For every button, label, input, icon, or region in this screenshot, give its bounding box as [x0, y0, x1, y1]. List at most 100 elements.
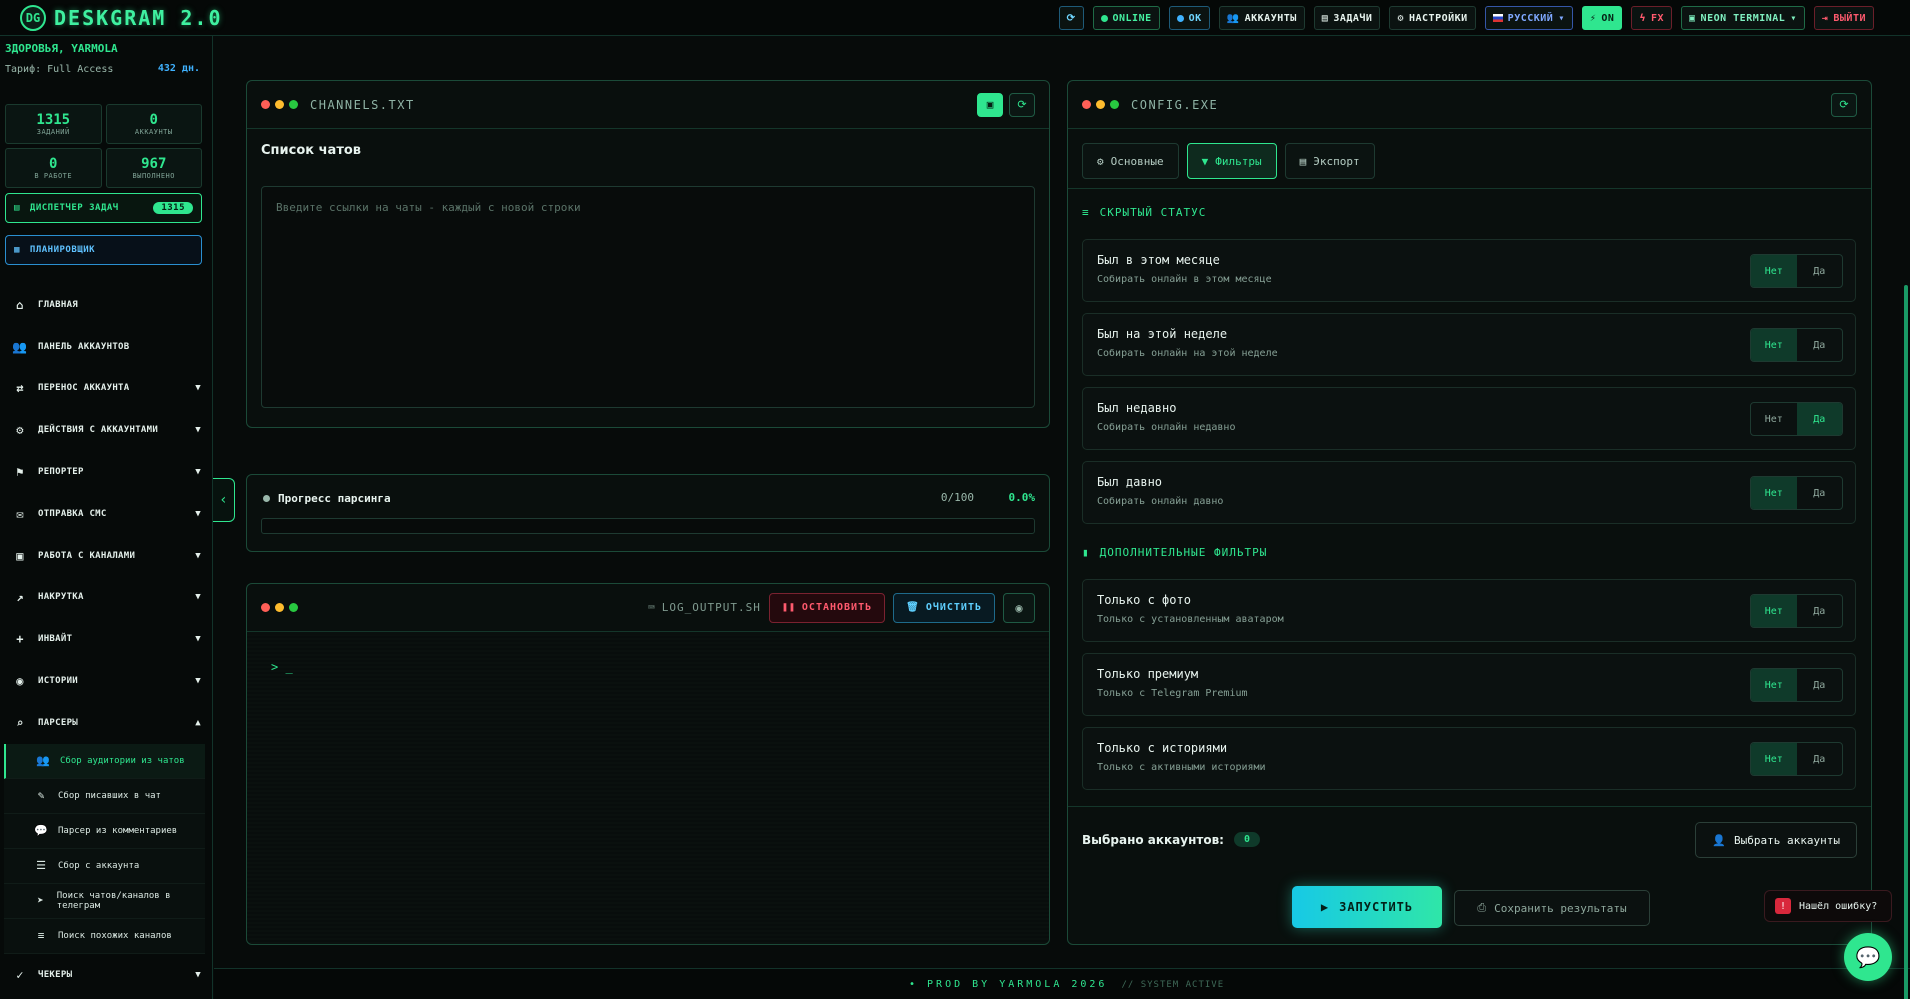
scrollbar[interactable] [1904, 40, 1908, 999]
fx-on-toggle[interactable]: ⚡ ON [1581, 6, 1623, 30]
config-panel: CONFIG.EXE ⟳ ⚙ Основные ▼ Фильтры ▤ Экспорт… [1067, 80, 1872, 945]
stat-in-progress: 0В РАБОТЕ [5, 148, 102, 188]
tab-export[interactable]: ▤ Экспорт [1284, 143, 1375, 179]
sidebar-item-parsers[interactable]: ⌕ ПАРСЕРЫ ▲ [0, 702, 213, 744]
ok-status-badge[interactable]: OK [1168, 6, 1210, 30]
sidebar-item-home[interactable]: ⌂ ГЛАВНАЯ [0, 284, 213, 326]
support-chat-button[interactable]: 💬 [1844, 933, 1892, 981]
choose-accounts-button[interactable]: 👤 Выбрать аккаунты [1695, 822, 1857, 858]
sidebar-item-channels[interactable]: ▣ РАБОТА С КАНАЛАМИ ▼ [0, 535, 213, 577]
filter-lines-icon: ≡ [1082, 206, 1090, 219]
filter-desc: Только с Telegram Premium [1097, 688, 1248, 699]
fx-button[interactable]: ϟ FX [1631, 6, 1673, 30]
filter-row: Был на этой неделе Собирать онлайн на эт… [1082, 313, 1856, 376]
scheduler-button[interactable]: ▦ ПЛАНИРОВЩИК [5, 235, 202, 265]
sidebar-item-accounts-panel[interactable]: 👥 ПАНЕЛЬ АККАУНТОВ [0, 326, 213, 368]
filter-title: Был недавно [1097, 401, 1177, 415]
logout-button[interactable]: ⇥ ВЫЙТИ [1813, 6, 1874, 30]
close-dot-icon [1082, 100, 1091, 109]
toggle-yes[interactable]: Да [1797, 743, 1843, 775]
sidebar-item-account-transfer[interactable]: ⇄ ПЕРЕНОС АККАУНТА ▼ [0, 368, 213, 410]
stop-button[interactable]: ❚❚ ОСТАНОВИТЬ [768, 592, 886, 623]
refresh-button[interactable]: ⟳ [1058, 6, 1084, 30]
toggle-no[interactable]: Нет [1751, 743, 1797, 775]
theme-select[interactable]: ▣ NEON TERMINAL ▾ [1681, 6, 1805, 30]
toggle-no[interactable]: Нет [1751, 595, 1797, 627]
toggle-yes[interactable]: Да [1796, 403, 1842, 435]
user-transfer-icon: ⇄ [16, 381, 24, 396]
chats-links-input[interactable]: Введите ссылки на чаты - каждый с новой … [261, 186, 1035, 408]
caret-down-icon: ▼ [195, 550, 201, 561]
toggle-visibility-button[interactable]: ◉ [1003, 592, 1035, 623]
task-manager-button[interactable]: ▤ ДИСПЕТЧЕР ЗАДАЧ 1315 [5, 193, 202, 223]
toggle-no[interactable]: Нет [1751, 329, 1797, 361]
launch-button[interactable]: ▶ ЗАПУСТИТЬ [1292, 886, 1442, 928]
tasks-button[interactable]: ▤ ЗАДАЧИ [1313, 6, 1381, 30]
pause-icon: ❚❚ [781, 602, 796, 613]
minimize-dot-icon [275, 100, 284, 109]
filter-toggle: Нет Да [1750, 476, 1843, 510]
tab-general[interactable]: ⚙ Основные [1082, 143, 1179, 179]
filter-icon: ▼ [1201, 154, 1209, 168]
sidebar-collapse-button[interactable]: ‹ [213, 478, 235, 522]
toggle-no[interactable]: Нет [1751, 669, 1797, 701]
sidebar-item-chat-audience[interactable]: 👥 Сбор аудитории из чатов [4, 743, 205, 779]
sidebar-item-stories[interactable]: ◉ ИСТОРИИ ▼ [0, 660, 213, 702]
settings-button[interactable]: ⚙ НАСТРОЙКИ [1389, 6, 1476, 30]
filter-row: Только с фото Только с установленным ава… [1082, 579, 1856, 642]
sidebar-item-boost[interactable]: ↗ НАКРУТКА ▼ [0, 577, 213, 619]
clear-button[interactable]: 🗑 ОЧИСТИТЬ [893, 592, 995, 623]
filter-row: Был в этом месяце Собирать онлайн в этом… [1082, 239, 1856, 302]
log-output[interactable]: > _ [247, 635, 1049, 944]
reload-button[interactable]: ⟳ [1009, 92, 1035, 117]
minimize-dot-icon [1096, 100, 1105, 109]
filter-toggle: Нет Да [1750, 594, 1843, 628]
refresh-icon: ⟳ [1839, 98, 1849, 111]
app-logo[interactable]: DG DESKGRAM 2.0 [20, 4, 223, 31]
toggle-yes[interactable]: Да [1797, 595, 1843, 627]
sidebar-item-reporter[interactable]: ⚑ РЕПОРТЕР ▼ [0, 451, 213, 493]
sidebar-item-checkers[interactable]: ✓ ЧЕКЕРЫ ▼ [0, 954, 213, 996]
toggle-yes[interactable]: Да [1797, 329, 1843, 361]
toggle-yes[interactable]: Да [1797, 477, 1843, 509]
sidebar-item-similar-channels[interactable]: ≡ Поиск похожих каналов [4, 918, 205, 954]
import-button[interactable]: ▣ [977, 92, 1003, 117]
sidebar: ЗДОРОВЬЯ, YARMOLA Тариф: Full Access 432… [0, 36, 213, 999]
sidebar-item-account-parser[interactable]: ☰ Сбор с аккаунта [4, 848, 205, 884]
toggle-no[interactable]: Нет [1751, 255, 1797, 287]
toggle-no[interactable]: Нет [1751, 477, 1797, 509]
sidebar-item-chat-writers[interactable]: ✎ Сбор писавших в чат [4, 778, 205, 814]
report-bug-button[interactable]: ! Нашёл ошибку? [1764, 890, 1892, 922]
filter-row: Только с историями Только с активными ис… [1082, 727, 1856, 790]
user-plus-icon: + [16, 632, 24, 647]
online-status-badge[interactable]: ONLINE [1092, 6, 1160, 30]
terminal-icon: ▣ [1689, 12, 1696, 24]
task-count-badge: 1315 [153, 202, 193, 214]
config-panel-header: CONFIG.EXE ⟳ [1068, 81, 1871, 129]
scrollbar-thumb[interactable] [1904, 285, 1908, 999]
config-reload-button[interactable]: ⟳ [1831, 92, 1857, 117]
filter-toggle: Нет Да [1750, 254, 1843, 288]
accounts-button[interactable]: 👥 АККАУНТЫ [1218, 6, 1305, 30]
toggle-yes[interactable]: Да [1797, 669, 1843, 701]
close-dot-icon [261, 603, 270, 612]
sidebar-item-invite[interactable]: + ИНВАЙТ ▼ [0, 618, 213, 660]
save-results-button[interactable]: ⎙ Сохранить результаты [1454, 890, 1650, 926]
filter-toggle: Нет Да [1750, 742, 1843, 776]
file-icon: ▣ [986, 98, 994, 111]
caret-down-icon: ▼ [195, 467, 201, 478]
language-select[interactable]: РУССКИЙ ▾ [1484, 6, 1573, 30]
sidebar-item-sms[interactable]: ✉ ОТПРАВКА СМС ▼ [0, 493, 213, 535]
minimize-dot-icon [275, 603, 284, 612]
user-greeting: ЗДОРОВЬЯ, YARMOLA [5, 42, 118, 55]
toggle-yes[interactable]: Да [1797, 255, 1843, 287]
accounts-divider [1068, 806, 1871, 807]
sidebar-item-comments-parser[interactable]: 💬 Парсер из комментариев [4, 813, 205, 849]
config-file-title: CONFIG.EXE [1131, 97, 1219, 112]
sidebar-item-telegram-search[interactable]: ➤ Поиск чатов/каналов в телеграм [4, 883, 205, 919]
sidebar-item-account-actions[interactable]: ⚙ ДЕЙСТВИЯ С АККАУНТАМИ ▼ [0, 409, 213, 451]
filter-title: Только с историями [1097, 741, 1228, 755]
toggle-no[interactable]: Нет [1751, 403, 1797, 435]
play-icon: ▶ [1320, 900, 1330, 914]
tab-filters[interactable]: ▼ Фильтры [1186, 143, 1277, 179]
